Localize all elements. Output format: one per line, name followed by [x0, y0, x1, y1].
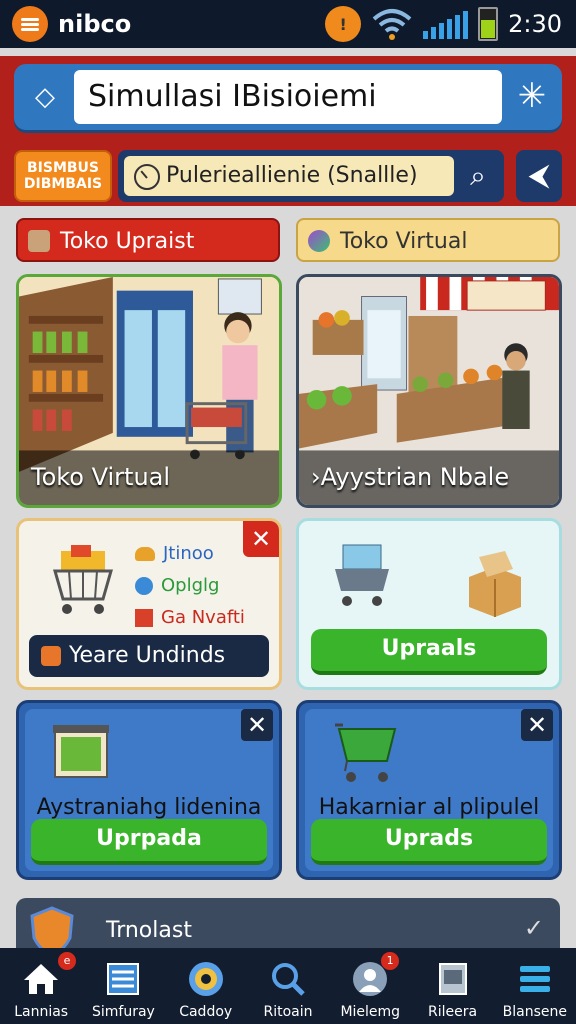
- back-button[interactable]: ⮜: [516, 150, 562, 202]
- trolley-card[interactable]: ✕ Hakarniar al plipulel Uprads: [296, 700, 562, 880]
- nav-item-mielemg[interactable]: 1 Mielemg: [329, 948, 411, 1024]
- coin-icon: [135, 576, 153, 595]
- upgrade-button[interactable]: Upraals: [311, 629, 547, 675]
- cart-icon: [335, 544, 389, 606]
- document-icon: [438, 963, 467, 995]
- notification-icon[interactable]: !: [325, 6, 362, 42]
- wifi-icon: [372, 9, 412, 40]
- cart-item-label: Ga Nvafti: [161, 607, 245, 628]
- nav-label: Simfuray: [92, 1004, 155, 1020]
- nav-item-lannias[interactable]: e Lannias: [0, 948, 82, 1024]
- cart-item-label: Oplglg: [161, 575, 220, 596]
- store-label: ›Ayystrian Nbale: [311, 463, 510, 491]
- filter-value: Pulerieallienie (Snallle): [166, 163, 418, 188]
- store-card-virtual[interactable]: Toko Virtual: [16, 274, 282, 508]
- nav-label: Mielemg: [340, 1004, 401, 1020]
- gem-icon: [308, 230, 330, 252]
- diamond-icon[interactable]: ◇: [26, 78, 64, 116]
- cart-card[interactable]: Jtinoo Oplglg Ga Nvafti ✕ Yeare Undinds: [16, 518, 282, 690]
- search-icon[interactable]: ⌕: [458, 156, 498, 196]
- notification-badge: 1: [381, 952, 400, 970]
- tab-label: Toko Upraist: [60, 229, 195, 254]
- home-icon: [24, 964, 59, 994]
- filter-bar: Pulerieallienie (Snallle) ⌕: [118, 150, 504, 202]
- upgrade-button[interactable]: Uprads: [311, 819, 547, 865]
- clock: 2:30: [508, 10, 562, 38]
- close-button[interactable]: ✕: [521, 709, 553, 741]
- nav-label: Blansene: [502, 1004, 567, 1020]
- cart-item-2: Oplglg: [135, 575, 219, 596]
- tab-label: Toko Virtual: [340, 229, 468, 254]
- search-input[interactable]: Simullasi IBisioiemi: [74, 70, 502, 124]
- cup-icon: [28, 230, 50, 252]
- basket-icon: [53, 725, 109, 778]
- signal-icon: [423, 9, 469, 39]
- card-title: Aystraniahg lidenina: [36, 795, 262, 820]
- basket-card[interactable]: ✕ Aystraniahg lidenina Uprpada: [16, 700, 282, 880]
- cart-card-footer: Yeare Undinds: [29, 635, 269, 677]
- close-button[interactable]: ✕: [241, 709, 273, 741]
- nav-item-blansene[interactable]: Blansene: [494, 948, 576, 1024]
- cart-icon: [53, 545, 113, 614]
- tab-toko-virtual[interactable]: Toko Virtual: [296, 218, 560, 262]
- cart-item-1: Jtinoo: [135, 543, 214, 564]
- nav-item-ritoain[interactable]: Ritoain: [247, 948, 329, 1024]
- menu-icon: [519, 966, 550, 992]
- cart-item-label: Jtinoo: [163, 543, 214, 564]
- trolley-icon: [335, 723, 397, 782]
- magnifier-icon: [271, 963, 305, 996]
- notification-badge: e: [58, 952, 76, 970]
- settings-icon[interactable]: ✳: [512, 76, 552, 116]
- nav-item-caddoy[interactable]: Caddoy: [165, 948, 247, 1024]
- list-icon: [107, 963, 140, 995]
- nav-label: Rileera: [428, 1004, 478, 1020]
- nav-label: Ritoain: [263, 1004, 313, 1020]
- close-button[interactable]: ✕: [243, 521, 279, 557]
- nav-label: Lannias: [14, 1004, 69, 1020]
- cart-card-label: Yeare Undinds: [69, 643, 226, 668]
- panel-label: Trnolast: [106, 918, 192, 943]
- card-title: Hakarniar al plipulel: [318, 795, 540, 820]
- store-card-stall[interactable]: ›Ayystrian Nbale: [296, 274, 562, 508]
- box-card[interactable]: Upraals: [296, 518, 562, 690]
- battery-icon: [478, 7, 499, 41]
- box-icon: [135, 608, 153, 627]
- header: ◇ Simullasi IBisioiemi ✳ BISMBUS DIBMBAI…: [0, 56, 576, 206]
- nav-item-rileera[interactable]: Rileera: [411, 948, 493, 1024]
- cart-item-3: Ga Nvafti: [135, 607, 245, 628]
- clock-icon: [134, 164, 160, 190]
- coins-stack-icon: [41, 646, 61, 666]
- nav-item-simfuray[interactable]: Simfuray: [82, 948, 164, 1024]
- bottom-navigation: e Lannias Simfuray Caddoy Ritoain 1 Miel…: [0, 948, 576, 1024]
- nav-label: Caddoy: [179, 1004, 233, 1020]
- store-label: Toko Virtual: [31, 463, 171, 491]
- bread-icon: [135, 546, 155, 561]
- filter-input[interactable]: Pulerieallienie (Snallle): [124, 156, 454, 196]
- tab-toko-upraist[interactable]: Toko Upraist: [16, 218, 280, 262]
- coin-icon: [188, 962, 223, 996]
- business-badge[interactable]: BISMBUS DIBMBAIS: [14, 150, 112, 202]
- search-bar: ◇ Simullasi IBisioiemi ✳: [14, 64, 562, 130]
- app-menu-icon[interactable]: [12, 6, 48, 42]
- upgrade-button[interactable]: Uprpada: [31, 819, 267, 865]
- app-name: nibco: [58, 10, 132, 38]
- package-icon: [469, 551, 521, 617]
- status-bar: nibco ! 2:30: [0, 0, 576, 48]
- chevron-down-icon[interactable]: ✓: [524, 914, 544, 942]
